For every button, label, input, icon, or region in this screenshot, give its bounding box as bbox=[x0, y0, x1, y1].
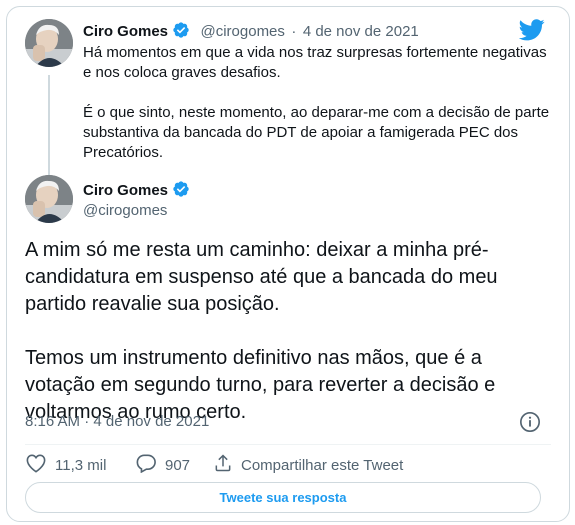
share-label: Compartilhar este Tweet bbox=[241, 456, 404, 474]
parent-separator: · bbox=[291, 23, 297, 40]
tweet-reply-button[interactable]: Tweete sua resposta bbox=[25, 482, 541, 513]
parent-tweet-text: Há momentos em que a vida nos traz surpr… bbox=[83, 44, 550, 161]
heart-icon bbox=[25, 453, 55, 477]
info-icon[interactable] bbox=[519, 411, 541, 438]
reply-count: 907 bbox=[165, 456, 191, 474]
share-action[interactable]: Compartilhar este Tweet bbox=[213, 453, 403, 477]
share-icon bbox=[213, 453, 241, 477]
tweet-card: Ciro Gomes @cirogomes · 4 de nov de 2021… bbox=[6, 6, 570, 522]
main-author-name[interactable]: Ciro Gomes bbox=[83, 182, 168, 199]
like-count: 11,3 mil bbox=[55, 456, 107, 474]
thread-connector bbox=[48, 75, 50, 187]
main-tweet-text: A mim só me resta um caminho: deixar a m… bbox=[25, 239, 498, 423]
main-avatar[interactable] bbox=[25, 175, 73, 223]
twitter-bird-icon[interactable] bbox=[518, 19, 545, 46]
parent-handle[interactable]: @cirogomes bbox=[200, 23, 284, 40]
verified-badge-icon bbox=[172, 180, 190, 203]
main-author-row: Ciro Gomes bbox=[83, 180, 190, 203]
tweet-timestamp[interactable]: 8:16 AM · 4 de nov de 2021 bbox=[25, 413, 209, 430]
verified-badge-icon bbox=[172, 21, 190, 44]
divider bbox=[25, 444, 551, 445]
parent-author-name[interactable]: Ciro Gomes bbox=[83, 23, 168, 40]
parent-header: Ciro Gomes @cirogomes · 4 de nov de 2021 bbox=[83, 21, 419, 44]
like-action[interactable]: 11,3 mil bbox=[25, 453, 106, 477]
main-handle[interactable]: @cirogomes bbox=[83, 202, 167, 219]
reply-action[interactable]: 907 bbox=[135, 453, 190, 477]
parent-date[interactable]: 4 de nov de 2021 bbox=[303, 23, 419, 40]
comment-icon bbox=[135, 453, 165, 477]
parent-avatar[interactable] bbox=[25, 19, 73, 67]
